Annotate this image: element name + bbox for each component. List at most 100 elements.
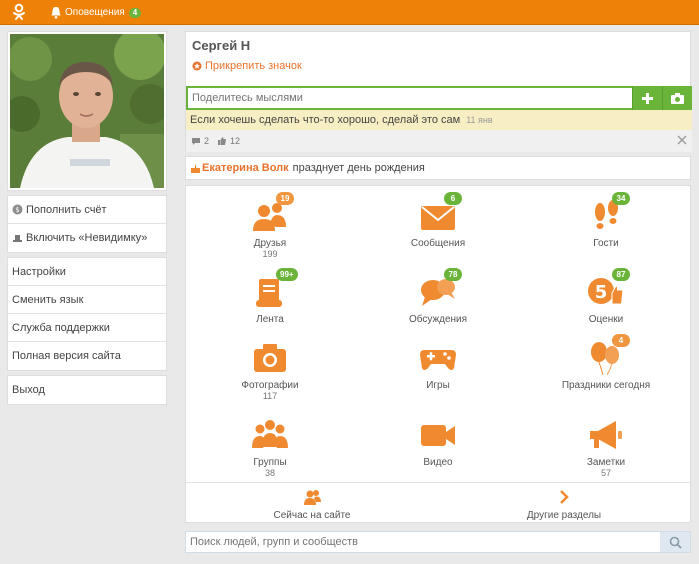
plus-icon xyxy=(642,92,653,104)
section-label: Заметки xyxy=(586,457,626,468)
holidays-badge: 4 xyxy=(612,334,630,347)
section-label: Фотографии xyxy=(241,380,299,391)
section-discussions[interactable]: 78 Обсуждения xyxy=(354,268,522,325)
gamepad-icon xyxy=(420,350,456,370)
messages-badge: 6 xyxy=(444,192,462,205)
section-feed[interactable]: 99+ Лента xyxy=(186,268,354,325)
status-text: Если хочешь сделать что-то хорошо, сдела… xyxy=(190,114,461,126)
section-label: Группы xyxy=(253,457,287,468)
section-friends[interactable]: 19 Друзья 199 xyxy=(186,192,354,259)
sidebar-item-language[interactable]: Сменить язык xyxy=(8,286,166,314)
sidebar-item-full-version[interactable]: Полная версия сайта xyxy=(8,342,166,370)
camera-small-icon xyxy=(671,92,684,104)
coin-icon: $ xyxy=(12,204,23,215)
section-label: Сообщения xyxy=(410,238,466,249)
section-count: 38 xyxy=(264,468,275,478)
section-holidays[interactable]: 4 Праздники сегодня xyxy=(522,334,690,391)
profile-name[interactable]: Сергей Н xyxy=(192,38,250,53)
notifications-count-badge: 4 xyxy=(128,7,142,18)
section-label: Лента xyxy=(256,314,284,325)
guests-badge: 34 xyxy=(612,192,630,205)
megaphone-icon xyxy=(590,421,622,449)
section-label: Оценки xyxy=(588,314,624,325)
logout-button[interactable]: Выход xyxy=(8,376,166,404)
add-post-button[interactable] xyxy=(632,86,662,110)
post-bar xyxy=(186,86,692,110)
notifications-button[interactable]: Оповещения 4 xyxy=(50,5,142,20)
section-label: Праздники сегодня xyxy=(561,380,651,391)
section-photos[interactable]: Фотографии 117 xyxy=(186,340,354,401)
friends-badge: 19 xyxy=(276,192,294,205)
section-video[interactable]: Видео xyxy=(354,417,522,468)
other-sections-button[interactable]: Другие разделы xyxy=(438,483,690,522)
avatar[interactable] xyxy=(7,31,167,191)
comment-icon xyxy=(192,137,200,145)
invisible-mode-label: Включить «Невидимку» xyxy=(26,232,148,244)
groups-icon xyxy=(252,420,288,448)
comments-button[interactable]: 2 xyxy=(191,136,209,146)
section-label: Обсуждения xyxy=(408,314,468,325)
section-ratings[interactable]: 5 87 Оценки xyxy=(522,268,690,325)
profile-card: Сергей Н Прикрепить значок Если хочешь с… xyxy=(185,31,692,152)
cake-icon xyxy=(191,164,200,173)
chevron-right-icon xyxy=(560,490,569,504)
bell-icon xyxy=(51,7,61,19)
status-line[interactable]: Если хочешь сделать что-то хорошо, сдела… xyxy=(186,110,692,130)
section-games[interactable]: Игры xyxy=(354,340,522,391)
section-groups[interactable]: Группы 38 xyxy=(186,417,354,478)
section-count: 57 xyxy=(600,468,611,478)
notifications-label: Оповещения xyxy=(65,7,125,18)
left-column: $ Пополнить счёт Включить «Невидимку» На… xyxy=(7,31,167,405)
birthday-notice: Екатерина Волк празднует день рождения xyxy=(185,156,691,180)
ok-logo-icon[interactable] xyxy=(11,3,27,21)
feed-badge: 99+ xyxy=(276,268,298,281)
likes-count: 12 xyxy=(230,136,241,146)
sidebar-item-settings[interactable]: Настройки xyxy=(8,258,166,286)
status-date: 11 янв xyxy=(466,115,493,125)
sidebar-item-support[interactable]: Служба поддержки xyxy=(8,314,166,342)
birthday-text: празднует день рождения xyxy=(292,162,425,174)
section-guests[interactable]: 34 Гости xyxy=(522,192,690,249)
top-bar: Оповещения 4 xyxy=(0,0,699,25)
search-bar xyxy=(185,531,691,553)
svg-text:$: $ xyxy=(15,206,19,214)
people-online-icon xyxy=(304,490,321,505)
top-up-label: Пополнить счёт xyxy=(26,203,107,216)
birthday-person-link[interactable]: Екатерина Волк xyxy=(202,162,289,174)
avatar-photo xyxy=(10,34,164,188)
settings-box: Настройки Сменить язык Служба поддержки … xyxy=(7,257,167,371)
section-label: Видео xyxy=(423,457,453,468)
status-stats: 2 12 xyxy=(186,130,692,152)
svg-text:5: 5 xyxy=(595,282,608,303)
other-sections-label: Другие разделы xyxy=(526,510,602,521)
main-column: Сергей Н Прикрепить значок Если хочешь с… xyxy=(185,31,692,523)
star-badge-icon xyxy=(192,61,202,71)
add-photo-button[interactable] xyxy=(662,86,692,110)
pin-badge-link[interactable]: Прикрепить значок xyxy=(192,60,302,72)
section-count: 199 xyxy=(262,249,278,259)
invisible-mode-button[interactable]: Включить «Невидимку» xyxy=(8,224,166,252)
section-messages[interactable]: 6 Сообщения xyxy=(354,192,522,249)
thumbs-up-icon xyxy=(218,137,227,145)
top-up-button[interactable]: $ Пополнить счёт xyxy=(8,196,166,224)
section-label: Гости xyxy=(593,238,619,249)
post-input[interactable] xyxy=(186,86,632,110)
section-notes[interactable]: Заметки 57 xyxy=(522,417,690,478)
search-icon xyxy=(669,536,682,549)
sections-grid: 19 Друзья 199 6 Сообщения 34 Гости 99+ Л… xyxy=(185,185,691,523)
close-icon[interactable] xyxy=(677,135,687,145)
like-button[interactable]: 12 xyxy=(217,136,240,146)
account-box: $ Пополнить счёт Включить «Невидимку» xyxy=(7,195,167,253)
online-now-label: Сейчас на сайте xyxy=(273,510,351,521)
ratings-badge: 87 xyxy=(612,268,630,281)
search-input[interactable] xyxy=(186,532,660,552)
bottom-links: Сейчас на сайте Другие разделы xyxy=(186,482,690,522)
camera-icon xyxy=(254,344,286,372)
online-now-button[interactable]: Сейчас на сайте xyxy=(186,483,438,522)
video-camera-icon xyxy=(421,425,455,446)
section-label: Друзья xyxy=(253,238,287,249)
section-count: 117 xyxy=(262,391,278,401)
discussions-badge: 78 xyxy=(444,268,462,281)
search-button[interactable] xyxy=(660,532,690,552)
pin-badge-label: Прикрепить значок xyxy=(205,60,302,72)
